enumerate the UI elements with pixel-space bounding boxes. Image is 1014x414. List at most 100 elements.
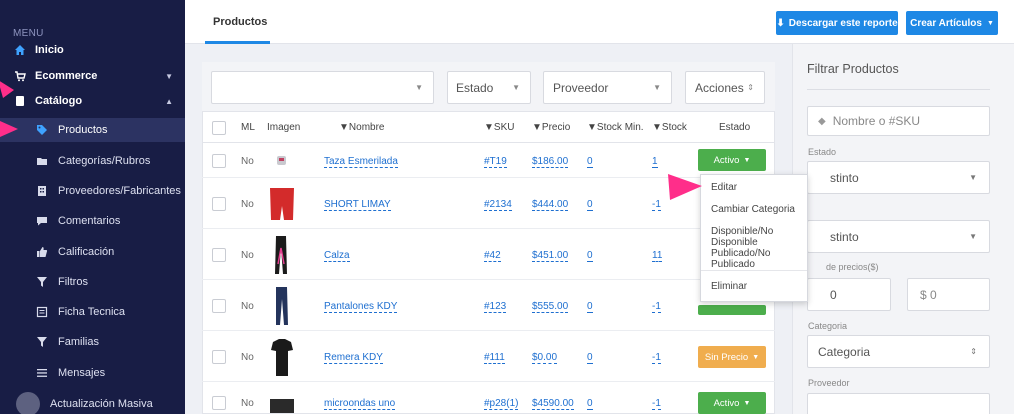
stock-link[interactable]: 1 xyxy=(652,156,658,168)
estado-label: Estado xyxy=(808,147,837,157)
second-select[interactable]: stinto ▼ xyxy=(807,220,990,253)
row-checkbox[interactable] xyxy=(212,299,226,313)
search-input[interactable]: ◆ Nombre o #SKU xyxy=(807,106,990,136)
sidebar-item-ficha-tecnica[interactable]: Ficha Tecnica xyxy=(0,300,185,324)
row-ml: No xyxy=(241,352,254,363)
stock-min-value: 0 xyxy=(587,398,593,410)
sidebar-item-comentarios[interactable]: Comentarios xyxy=(0,209,185,233)
sku-link[interactable]: #42 xyxy=(484,250,501,262)
col-stock[interactable]: ▼Stock xyxy=(652,113,687,143)
product-thumbnail xyxy=(267,397,297,414)
create-articles-button[interactable]: Crear Artículos ▼ xyxy=(906,11,998,35)
sku-link[interactable]: #p28(1) xyxy=(484,398,519,410)
status-button[interactable]: Sin Precio ▼ xyxy=(698,346,766,368)
col-nombre[interactable]: ▼Nombre xyxy=(339,113,384,143)
product-name: microondas uno xyxy=(324,398,396,410)
product-name-link[interactable]: SHORT LIMAY xyxy=(324,199,391,211)
col-sku[interactable]: ▼SKU xyxy=(484,113,514,143)
sidebar-item-label: Categorías/Rubros xyxy=(58,155,151,167)
sku-link[interactable]: #T19 xyxy=(484,156,507,168)
product-name: Remera KDY xyxy=(324,352,383,364)
status-button-partial[interactable] xyxy=(698,305,766,315)
stock-min-link[interactable]: 0 xyxy=(587,352,593,364)
stock-min-link[interactable]: 0 xyxy=(587,199,593,211)
sidebar-item-productos[interactable]: Productos xyxy=(0,118,185,142)
chevron-up-icon: ▲ xyxy=(165,96,173,106)
status-button[interactable]: Activo ▼ xyxy=(698,392,766,414)
menu-item-publicado[interactable]: Publicado/No Publicado xyxy=(711,248,807,270)
menu-item-disponible[interactable]: Disponible/No Disponible xyxy=(711,226,807,248)
stock-link[interactable]: -1 xyxy=(652,199,661,211)
acciones-select[interactable]: Acciones ⇕ xyxy=(685,71,765,104)
sku-link[interactable]: #2134 xyxy=(484,199,512,211)
sidebar-item-label: Inicio xyxy=(35,44,64,56)
row-checkbox[interactable] xyxy=(212,396,226,410)
product-name-link[interactable]: Calza xyxy=(324,250,350,262)
row-checkbox[interactable] xyxy=(212,350,226,364)
product-name-link[interactable]: Taza Esmerilada xyxy=(324,156,398,168)
col-precio[interactable]: ▼Precio xyxy=(532,113,570,143)
stock-min-link[interactable]: 0 xyxy=(587,398,593,410)
stock-link[interactable]: -1 xyxy=(652,301,661,313)
product-name-link[interactable]: Remera KDY xyxy=(324,352,383,364)
status-label: Activo xyxy=(713,154,740,166)
sidebar-item-inicio[interactable]: Inicio xyxy=(0,38,185,62)
pink-arrow-icon xyxy=(0,121,18,137)
price-link[interactable]: $4590.00 xyxy=(532,398,574,410)
select-all-checkbox[interactable] xyxy=(212,121,226,135)
col-stock-min[interactable]: ▼Stock Min. xyxy=(587,113,644,143)
price-link[interactable]: $186.00 xyxy=(532,156,569,168)
sku-value: #T19 xyxy=(484,156,507,168)
row-checkbox[interactable] xyxy=(212,197,226,211)
sku-link[interactable]: #123 xyxy=(484,301,507,313)
proveedor-filter-select[interactable]: Proveedor ▼ xyxy=(543,71,672,104)
price-max-input[interactable]: $ 0 xyxy=(907,278,990,311)
menu-item-eliminar[interactable]: Eliminar xyxy=(711,281,747,292)
row-checkbox[interactable] xyxy=(212,248,226,262)
product-thumbnail xyxy=(267,150,297,172)
download-report-button[interactable]: ⬇ Descargar este reporte xyxy=(776,11,898,35)
row-ml: No xyxy=(241,199,254,210)
estado-select[interactable]: stinto ▼ xyxy=(807,161,990,194)
product-thumbnail xyxy=(267,234,297,278)
price-link[interactable]: $451.00 xyxy=(532,250,569,262)
stock-link[interactable]: -1 xyxy=(652,398,661,410)
sidebar-item-filtros[interactable]: Filtros xyxy=(0,270,185,294)
sidebar-item-calificacion[interactable]: Calificación xyxy=(0,240,185,264)
categoria-select[interactable]: Categoria ⇕ xyxy=(807,335,990,368)
sidebar-item-actualizacion-masiva[interactable]: Actualización Masiva xyxy=(0,392,185,414)
price-link[interactable]: $444.00 xyxy=(532,199,569,211)
stock-min-link[interactable]: 0 xyxy=(587,250,593,262)
price-min-value: 0 xyxy=(830,287,837,302)
sidebar-item-ecommerce[interactable]: Ecommerce ▼ xyxy=(0,64,185,88)
sidebar-item-familias[interactable]: Familias xyxy=(0,330,185,354)
sidebar-item-proveedores[interactable]: Proveedores/Fabricantes xyxy=(0,179,185,203)
stock-min-link[interactable]: 0 xyxy=(587,301,593,313)
sidebar-item-label: Catálogo xyxy=(35,95,83,107)
estado-filter-select[interactable]: Estado ▼ xyxy=(447,71,531,104)
sidebar-item-mensajes[interactable]: Mensajes xyxy=(0,361,185,385)
filter-icon: ▼ xyxy=(652,122,662,133)
price-min-input[interactable]: 0 xyxy=(807,278,891,311)
sku-value: #2134 xyxy=(484,199,512,211)
stock-link[interactable]: -1 xyxy=(652,352,661,364)
sidebar-item-catalogo[interactable]: Catálogo ▲ xyxy=(0,89,185,113)
tab-productos[interactable]: Productos xyxy=(213,0,267,44)
row-checkbox[interactable] xyxy=(212,154,226,168)
row-ml: No xyxy=(241,250,254,261)
stock-link[interactable]: 11 xyxy=(652,250,663,262)
divider xyxy=(701,270,807,271)
sku-link[interactable]: #111 xyxy=(484,352,505,364)
menu-item-editar[interactable]: Editar xyxy=(711,182,737,193)
bulk-select[interactable]: ▼ xyxy=(211,71,434,104)
price-link[interactable]: $555.00 xyxy=(532,301,569,313)
sidebar-item-categorias[interactable]: Categorías/Rubros xyxy=(0,149,185,173)
proveedor-select[interactable] xyxy=(807,393,990,414)
product-name-link[interactable]: microondas uno xyxy=(324,398,396,410)
divider xyxy=(807,89,990,90)
price-link[interactable]: $0.00 xyxy=(532,352,558,364)
product-name-link[interactable]: Pantalones KDY xyxy=(324,301,398,313)
stock-min-link[interactable]: 0 xyxy=(587,156,593,168)
menu-item-cambiar-categoria[interactable]: Cambiar Categoria xyxy=(711,204,795,215)
status-button[interactable]: Activo ▼ xyxy=(698,149,766,171)
